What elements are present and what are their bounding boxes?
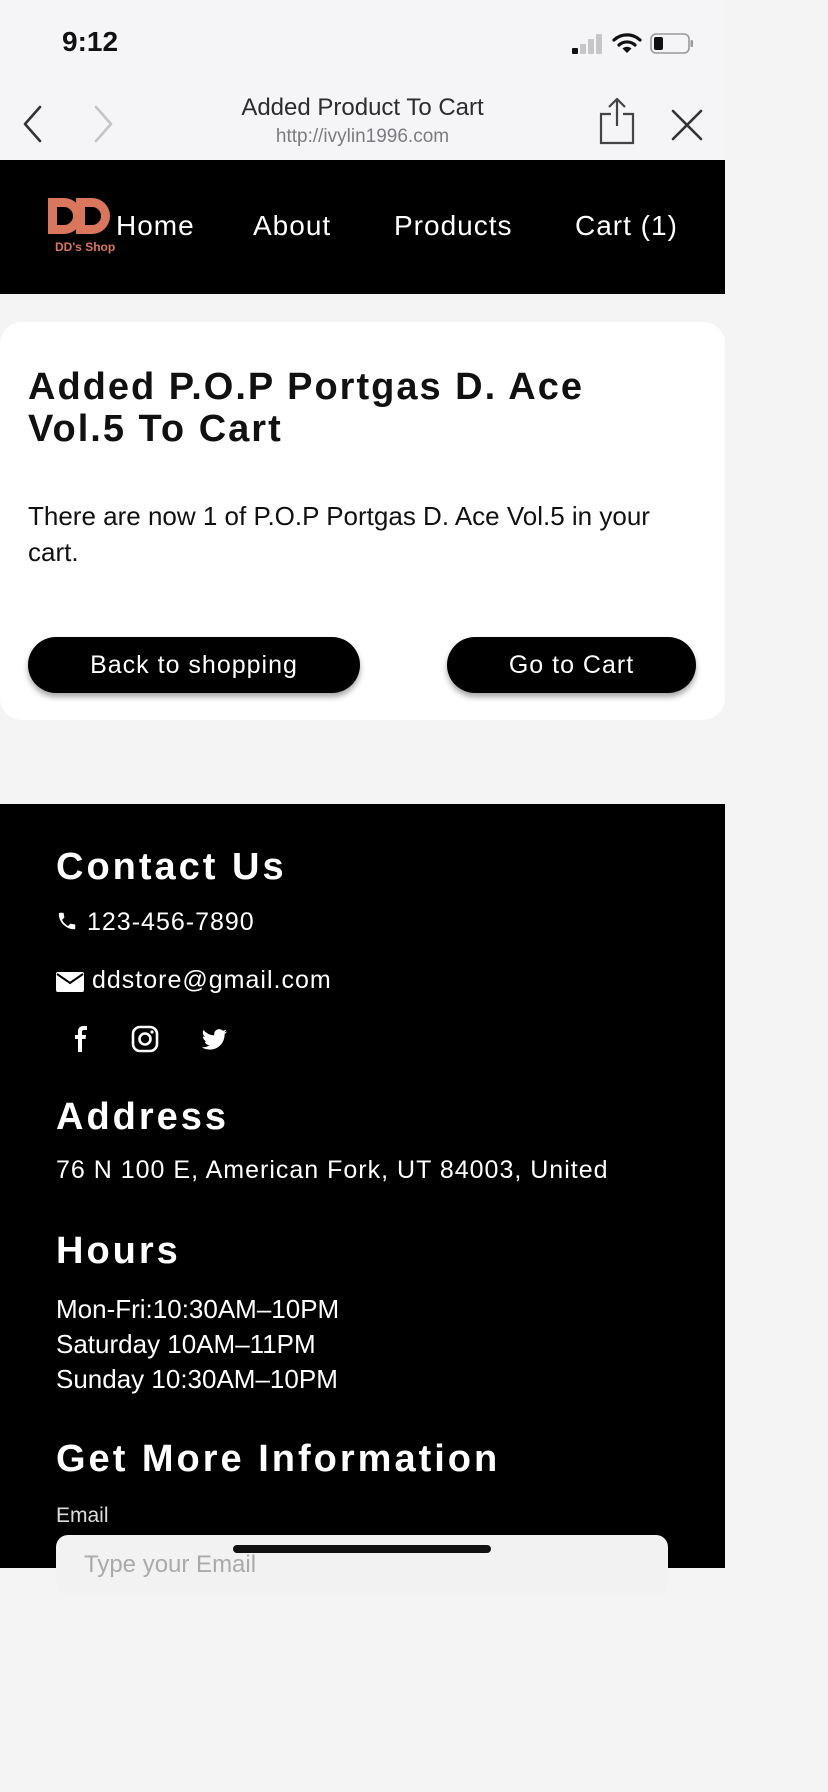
email-field[interactable]: [56, 1535, 668, 1595]
address-heading: Address: [56, 1096, 230, 1138]
get-more-info-heading: Get More Information: [56, 1438, 501, 1480]
status-bar: 9:12: [0, 0, 725, 86]
back-to-shopping-button[interactable]: Back to shopping: [28, 637, 360, 693]
contact-phone[interactable]: 123-456-7890: [87, 908, 255, 937]
contact-email[interactable]: ddstore@gmail.com: [92, 966, 332, 995]
contact-heading: Contact Us: [56, 846, 287, 888]
browser-toolbar: Added Product To Cart http://ivylin1996.…: [0, 86, 725, 160]
share-icon[interactable]: [598, 96, 636, 146]
wifi-icon: [612, 33, 642, 53]
site-navbar: DD's Shop Home About Products Cart (1): [0, 160, 725, 294]
nav-link-products[interactable]: Products: [394, 210, 513, 242]
nav-link-home[interactable]: Home: [116, 210, 195, 242]
cart-confirmation-message: There are now 1 of P.O.P Portgas D. Ace …: [28, 501, 650, 567]
hours-heading: Hours: [56, 1230, 181, 1272]
store-address: 76 N 100 E, American Fork, UT 84003, Uni…: [56, 1156, 609, 1184]
nav-link-cart[interactable]: Cart (1): [575, 210, 678, 242]
hours-weekdays: Mon-Fri:10:30AM–10PM: [56, 1294, 340, 1324]
instagram-icon[interactable]: [128, 1022, 162, 1056]
home-indicator: [233, 1545, 491, 1553]
hours-sunday: Sunday 10:30AM–10PM: [56, 1364, 338, 1394]
nav-link-about[interactable]: About: [253, 210, 331, 242]
page-title: Added P.O.P Portgas D. Ace Vol.5 To Cart: [28, 366, 585, 450]
phone-icon: [58, 912, 76, 930]
close-icon[interactable]: [670, 108, 704, 142]
added-to-cart-card: Added P.O.P Portgas D. Ace Vol.5 To Cart…: [0, 322, 725, 720]
logo-caption: DD's Shop: [55, 240, 116, 254]
site-footer: Contact Us 123-456-7890 ddstore@gmail.co…: [0, 804, 725, 1595]
go-to-cart-button[interactable]: Go to Cart: [447, 637, 696, 693]
twitter-icon[interactable]: [197, 1022, 231, 1056]
envelope-icon: [56, 972, 84, 992]
cellular-signal-icon: [572, 34, 606, 54]
battery-icon: [650, 33, 693, 54]
hours-saturday: Saturday 10AM–11PM: [56, 1329, 316, 1359]
status-time: 9:12: [62, 26, 119, 57]
facebook-icon[interactable]: [65, 1022, 99, 1056]
email-label: Email: [56, 1504, 109, 1527]
